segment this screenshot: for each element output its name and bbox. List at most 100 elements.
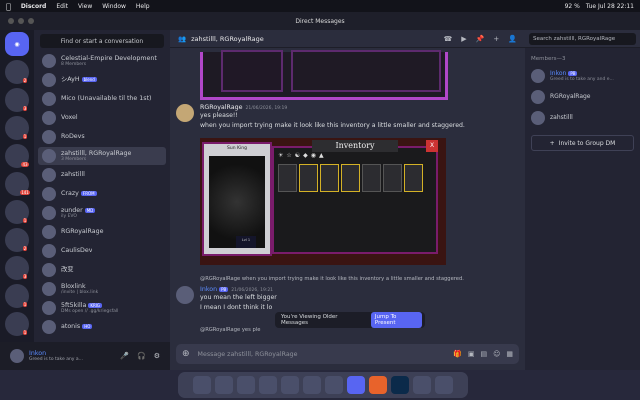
dm-item[interactable]: RoDevs: [38, 128, 166, 146]
gear-icon[interactable]: ⚙: [154, 352, 160, 360]
pin-icon[interactable]: 📌: [476, 35, 485, 43]
message-input[interactable]: Message zahstilll, RGRoyalRage: [198, 351, 298, 358]
avatar[interactable]: [176, 286, 194, 304]
discord-dock-icon[interactable]: [347, 376, 365, 394]
server-icon[interactable]: 2: [5, 228, 29, 252]
clan-tag: blend: [81, 77, 97, 83]
apps-icon[interactable]: ▦: [506, 350, 513, 358]
server-icon[interactable]: 1: [5, 200, 29, 224]
menu-help[interactable]: Help: [136, 3, 150, 10]
unread-badge: 1: [22, 301, 28, 307]
search-input[interactable]: Search zahstilll, RGRoyalRage: [529, 33, 636, 45]
message: Inkon PB 21/06/2026, 19:21 you mean the le…: [176, 286, 277, 313]
avatar: [42, 168, 56, 182]
message-text: yes please!!: [200, 112, 238, 119]
server-icon[interactable]: 1: [5, 312, 29, 336]
dm-item[interactable]: Voxel: [38, 109, 166, 127]
video-icon[interactable]: ▶: [461, 35, 466, 43]
menu-edit[interactable]: Edit: [56, 3, 68, 10]
dm-item[interactable]: Celestial-Empire Development 8 Members: [38, 52, 166, 70]
avatar[interactable]: [176, 104, 194, 122]
discord-home-icon[interactable]: ◉: [5, 32, 29, 56]
clan-tag: MD: [84, 207, 96, 213]
document-icon[interactable]: [413, 376, 431, 394]
menu-window[interactable]: Window: [102, 3, 126, 10]
clan-tag: FROM: [80, 191, 97, 197]
server-icon[interactable]: 43: [5, 144, 29, 168]
chatgpt-icon[interactable]: [281, 376, 299, 394]
chat-search: Search zahstilll, RGRoyalRage: [525, 30, 640, 48]
dm-item[interactable]: Crazy FROM: [38, 185, 166, 203]
jump-to-present-button[interactable]: Jump To Present: [370, 312, 422, 328]
member-item[interactable]: RGRoyalRage: [531, 88, 634, 106]
dm-item[interactable]: atonis HO: [38, 318, 166, 336]
unread-badge: 1: [22, 217, 28, 223]
server-icon[interactable]: 1: [5, 116, 29, 140]
add-friends-icon[interactable]: +: [493, 35, 499, 43]
launchpad-icon[interactable]: [215, 376, 233, 394]
traffic-lights[interactable]: [8, 18, 34, 24]
macos-menubar:  Discord Edit View Window Help 92 % Tue…: [0, 0, 640, 12]
unread-badge: 1: [22, 329, 28, 335]
members-icon[interactable]: 👤: [508, 35, 517, 43]
dm-item[interactable]: 改变: [38, 261, 166, 279]
window-titlebar: Direct Messages: [0, 12, 640, 30]
gif-icon[interactable]: ▣: [468, 350, 475, 358]
server-icon[interactable]: 2: [5, 60, 29, 84]
dm-item[interactable]: zahstilll: [38, 166, 166, 184]
unread-badge: 3: [22, 273, 28, 279]
server-icon[interactable]: 141: [5, 172, 30, 196]
app-icon[interactable]: [369, 376, 387, 394]
avatar: [42, 263, 56, 277]
avatar[interactable]: [10, 349, 24, 363]
dm-item[interactable]: Mico (Unavailable til the 1st): [38, 90, 166, 108]
battery-text[interactable]: 92 %: [565, 3, 580, 10]
gift-icon[interactable]: 🎁: [453, 350, 462, 358]
safari-icon[interactable]: [237, 376, 255, 394]
attached-image[interactable]: [200, 50, 448, 100]
member-list: Members—3 Inkon PB Greed is to take any an…: [525, 48, 640, 370]
dm-item[interactable]: ƨunder MD ily EVO: [38, 204, 166, 222]
finder-icon[interactable]: [193, 376, 211, 394]
user-panel: Inkon Greed is to take any a... 🎤 🎧 ⚙: [0, 342, 170, 370]
menu-app-name[interactable]: Discord: [21, 3, 47, 10]
add-user-icon: +: [549, 139, 555, 147]
mail-icon[interactable]: [259, 376, 277, 394]
member-item[interactable]: Inkon PB Greed is to take any and e...: [531, 67, 634, 85]
reply-preview[interactable]: @RGRoyalRage yes ple: [176, 326, 260, 334]
dm-item[interactable]: CaulisDev: [38, 242, 166, 260]
message-author[interactable]: RGRoyalRage: [200, 104, 243, 111]
roblox-studio-icon[interactable]: [303, 376, 321, 394]
group-dm-icon: 👥: [178, 34, 187, 43]
find-conversation-button[interactable]: Find or start a conversation: [40, 34, 164, 48]
invite-to-group-button[interactable]: + Invite to Group DM: [531, 135, 634, 151]
emoji-icon[interactable]: ☺: [493, 350, 500, 358]
character-panel: Sun King Lvl 1: [202, 142, 272, 256]
chat-header: 👥 zahstilll, RGRoyalRage ☎ ▶ 📌 + 👤: [170, 30, 525, 48]
photoshop-icon[interactable]: [391, 376, 409, 394]
trash-icon[interactable]: [435, 376, 453, 394]
inventory-image[interactable]: Sun King Lvl 1 Inventory X ☀ ☆ ☯ ◆ ◉ ▲: [200, 138, 446, 265]
server-icon[interactable]: 1: [5, 284, 29, 308]
dm-item[interactable]: Bloxlink/invite | blox.link: [38, 280, 166, 298]
server-icon[interactable]: 3: [5, 256, 29, 280]
apple-icon[interactable]: : [6, 2, 11, 11]
message-composer[interactable]: ⊕ Message zahstilll, RGRoyalRage 🎁 ▣ ▤ ☺…: [176, 344, 519, 364]
menu-view[interactable]: View: [78, 3, 92, 10]
message-author[interactable]: Inkon: [200, 286, 217, 293]
dm-item-active[interactable]: zahstilll, RGRoyalRage 3 Members: [38, 147, 166, 165]
headphones-icon[interactable]: 🎧: [137, 352, 146, 360]
member-item[interactable]: zahstilll: [531, 109, 634, 127]
reply-preview[interactable]: @RGRoyalRage when you import trying make…: [176, 275, 464, 283]
dm-item[interactable]: シAyH blend: [38, 71, 166, 89]
phone-icon[interactable]: ☎: [444, 35, 453, 43]
server-icon[interactable]: 3: [5, 88, 29, 112]
app-icon[interactable]: [325, 376, 343, 394]
dm-item[interactable]: 5ft5killa KRIG DMs open // .gg/kriegsfall: [38, 299, 166, 317]
sticker-icon[interactable]: ▤: [480, 350, 487, 358]
clock-text[interactable]: Tue Jul 28 22:11: [586, 3, 634, 10]
plus-icon[interactable]: ⊕: [182, 349, 190, 359]
microphone-icon[interactable]: 🎤: [120, 352, 129, 360]
dm-item[interactable]: RGRoyalRage: [38, 223, 166, 241]
avatar: [531, 69, 545, 83]
